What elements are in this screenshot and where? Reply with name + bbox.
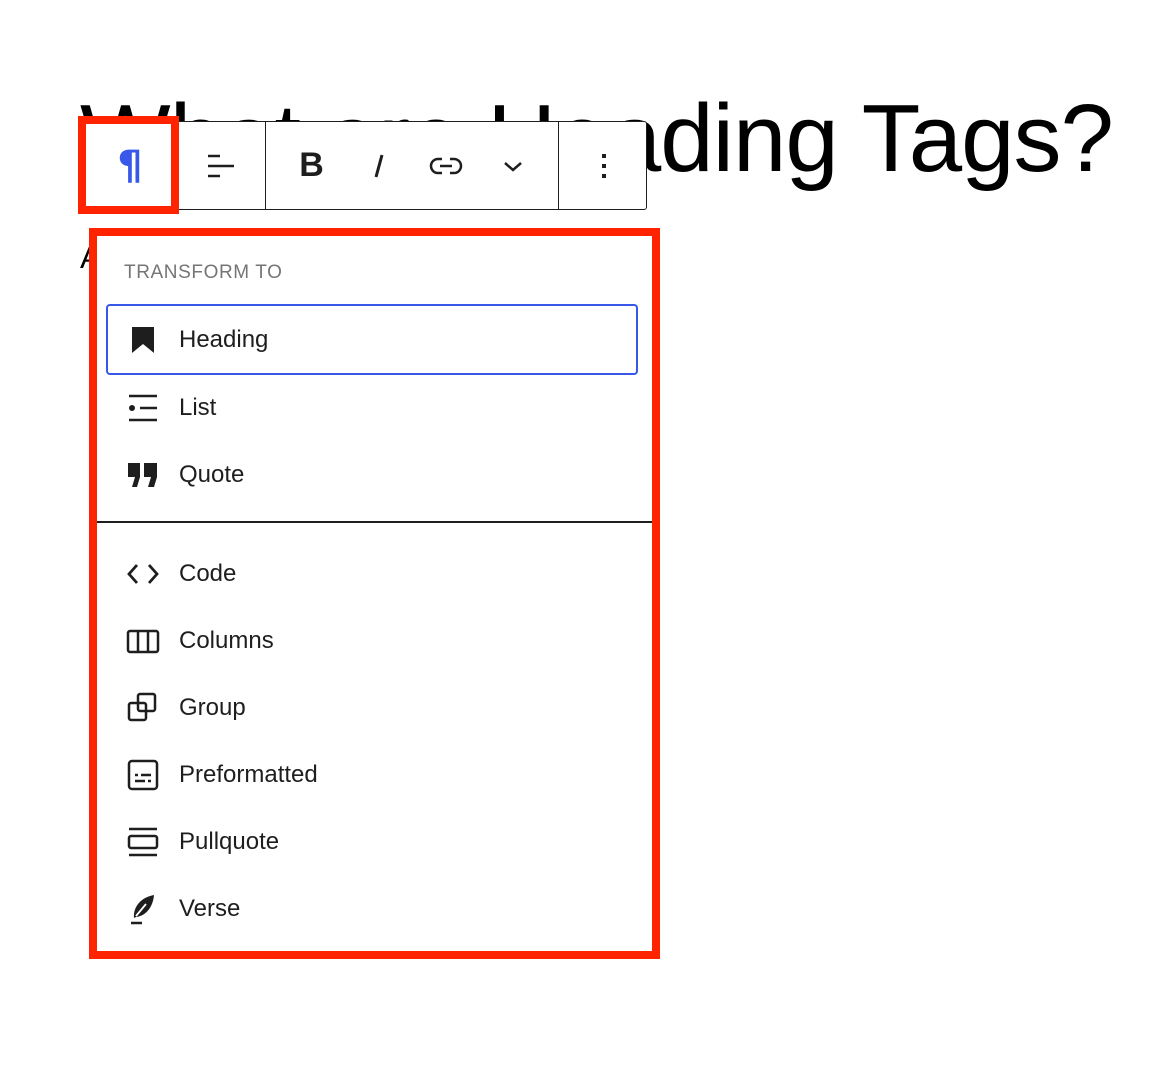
pullquote-icon	[126, 825, 160, 859]
more-rich-text-button[interactable]	[479, 122, 546, 209]
italic-button[interactable]	[345, 122, 412, 209]
transform-to-heading[interactable]: Heading	[106, 304, 638, 375]
toolbar-group-block-type: ¶	[85, 122, 176, 209]
paragraph-icon: ¶	[117, 142, 143, 189]
bold-button[interactable]: B	[278, 122, 345, 209]
link-button[interactable]	[412, 122, 479, 209]
options-button[interactable]	[559, 122, 649, 209]
menu-item-label: Group	[179, 693, 246, 721]
transform-to-verse[interactable]: Verse	[106, 873, 638, 944]
paragraph-block-type-button[interactable]: ¶	[85, 122, 175, 209]
transform-to-preformatted[interactable]: Preformatted	[106, 739, 638, 810]
group-icon	[126, 691, 160, 725]
toolbar-group-formatting: B	[266, 122, 559, 209]
menu-item-label: Quote	[179, 460, 245, 488]
toolbar-group-options	[559, 122, 649, 209]
transform-to-label: TRANSFORM TO	[124, 262, 283, 283]
list-icon	[126, 391, 160, 425]
code-icon	[126, 557, 160, 591]
menu-item-label: Code	[179, 559, 237, 587]
menu-item-label: Preformatted	[179, 760, 318, 788]
preformatted-icon	[126, 758, 160, 792]
chevron-down-icon	[503, 161, 522, 172]
bold-icon: B	[299, 146, 324, 184]
menu-item-label: Columns	[179, 626, 274, 654]
transform-to-columns[interactable]: Columns	[106, 605, 638, 676]
transform-to-quote[interactable]: Quote	[106, 439, 638, 510]
quote-icon	[126, 458, 160, 492]
align-button[interactable]	[176, 122, 265, 209]
menu-item-label: Pullquote	[179, 827, 280, 855]
transform-to-code[interactable]: Code	[106, 538, 638, 609]
more-vertical-icon	[602, 153, 606, 178]
menu-item-label: Verse	[179, 894, 241, 922]
link-icon	[429, 157, 462, 174]
bookmark-icon	[126, 323, 160, 357]
align-left-icon	[207, 154, 234, 177]
italic-icon	[374, 154, 383, 177]
columns-icon	[126, 624, 160, 658]
transform-to-group[interactable]: Group	[106, 672, 638, 743]
menu-item-label: List	[179, 393, 217, 421]
toolbar-group-align	[176, 122, 266, 209]
transform-to-pullquote[interactable]: Pullquote	[106, 806, 638, 877]
block-toolbar: ¶ B	[84, 121, 647, 210]
menu-item-label: Heading	[179, 325, 269, 353]
transform-menu: TRANSFORM TO Heading List Quote Code Col…	[97, 236, 652, 951]
transform-to-list[interactable]: List	[106, 372, 638, 443]
menu-divider	[97, 521, 652, 523]
verse-feather-icon	[126, 892, 160, 926]
